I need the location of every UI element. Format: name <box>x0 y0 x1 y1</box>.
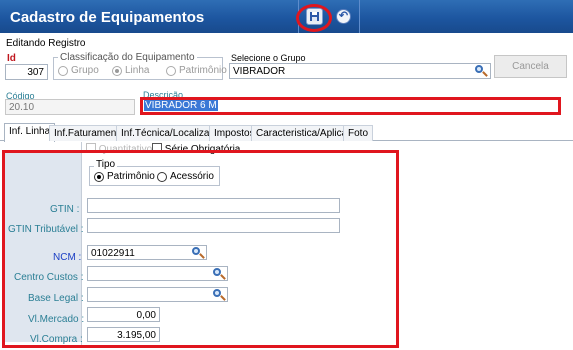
grupo-label: Selecione o Grupo <box>231 53 306 63</box>
window-title: Cadastro de Equipamentos <box>10 9 205 26</box>
id-label: Id <box>7 53 16 64</box>
radio-linha[interactable]: Linha <box>112 65 149 76</box>
classificacao-label: Classificação do Equipamento <box>58 52 197 63</box>
radio-dot <box>58 65 68 76</box>
radio-patrimonio[interactable]: Patrimônio <box>166 65 227 76</box>
status-label: Editando Registro <box>6 38 86 49</box>
id-field[interactable]: 307 <box>5 64 48 80</box>
title-bar: Cadastro de Equipamentos ↶ <box>0 0 573 33</box>
undo-circle-icon: ↶ <box>338 10 349 22</box>
descricao-field[interactable]: VIBRADOR 6 M <box>143 100 558 112</box>
grupo-search-icon[interactable] <box>474 64 488 78</box>
codigo-field[interactable]: 20.10 <box>5 99 135 115</box>
cancel-button[interactable]: Cancela <box>494 55 567 78</box>
undo-button[interactable]: ↶ <box>336 9 351 24</box>
radio-dot <box>166 65 176 76</box>
tab-foto[interactable]: Foto <box>343 125 374 141</box>
descricao-selected-text: VIBRADOR 6 M <box>144 100 218 111</box>
radio-dot <box>112 65 122 76</box>
radio-grupo[interactable]: Grupo <box>58 65 99 76</box>
form-highlight <box>2 150 399 348</box>
highlight-circle <box>296 4 332 32</box>
toolbar-separator <box>359 0 360 33</box>
tab-inf-linha[interactable]: Inf. Linha <box>4 123 56 142</box>
tab-strip: Inf. Linha Inf.Faturamento Inf.Técnica/L… <box>0 123 573 142</box>
grupo-input[interactable]: VIBRADOR <box>229 63 491 79</box>
